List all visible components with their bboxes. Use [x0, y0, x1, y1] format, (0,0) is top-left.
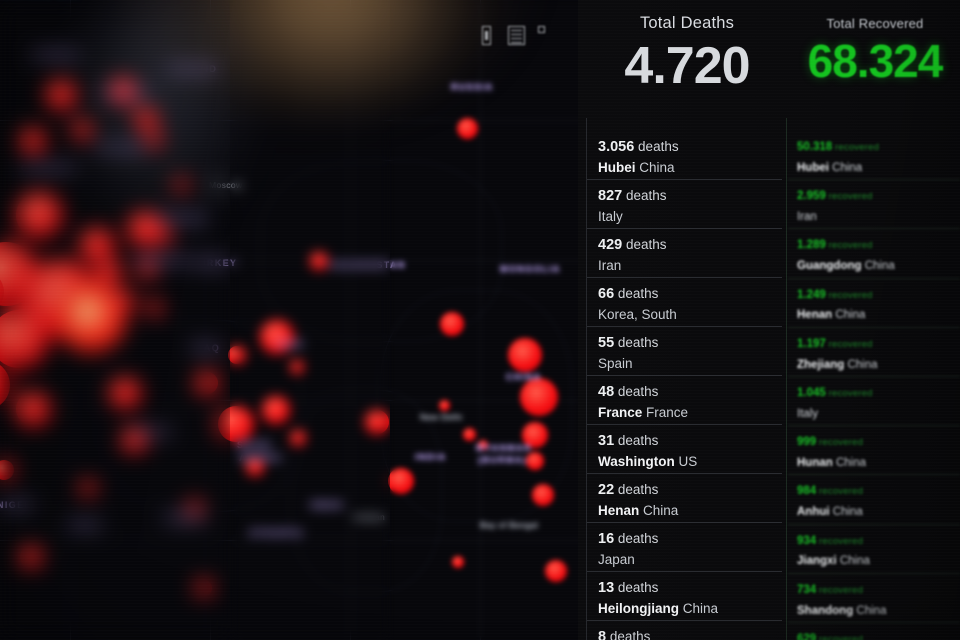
- list-item-count: 827 deaths: [598, 188, 667, 204]
- list-item-count: 48 deaths: [598, 384, 659, 400]
- list-item-count: 50.318 recovered: [797, 141, 880, 153]
- recovered-by-region-list[interactable]: 50.318 recovered Hubei China 2.959 recover…: [788, 131, 960, 640]
- list-item[interactable]: 934 recovered Jiangxi China: [788, 525, 960, 573]
- list-item[interactable]: 2.959 recovered Iran: [788, 180, 960, 228]
- total-recovered-header: Total Recovered 68.324: [786, 16, 960, 84]
- list-item[interactable]: 429 deaths Iran: [586, 229, 782, 277]
- list-item-location: Spain: [598, 355, 633, 371]
- list-item[interactable]: 31 deaths Washington US: [586, 425, 782, 473]
- map-focus-band-mid: [230, 0, 390, 640]
- list-item-count: 984 recovered: [797, 485, 864, 498]
- list-item[interactable]: 13 deaths Heilongjiang China: [586, 572, 782, 620]
- list-item-location: Jiangxi China: [797, 555, 870, 568]
- list-item-count: 734 recovered: [797, 583, 864, 596]
- list-item[interactable]: 48 deaths France France: [586, 376, 782, 424]
- list-item-count: 629 recovered: [797, 632, 864, 640]
- list-item-location: Shandong China: [797, 604, 887, 617]
- list-item-location: Hunan China: [797, 457, 867, 470]
- list-item-location: Henan China: [598, 502, 679, 518]
- list-item[interactable]: 22 deaths Henan China: [586, 474, 782, 522]
- list-item-count: 934 recovered: [797, 534, 864, 547]
- list-item-count: 31 deaths: [598, 433, 659, 449]
- dashboard-screen: RUSSIA MONGOLIA CHINA INDIA MYANMAR (BURMA) Ne…: [0, 0, 960, 640]
- list-item-count: 3.056 deaths: [598, 139, 679, 155]
- list-item-location: Iran: [598, 257, 622, 273]
- list-item-count: 55 deaths: [598, 335, 659, 351]
- list-item[interactable]: 734 recovered Shandong China: [788, 574, 960, 622]
- list-item[interactable]: 984 recovered Anhui China: [788, 475, 960, 523]
- list-item-location: Italy: [598, 208, 623, 224]
- list-item-count: 1.249 recovered: [797, 288, 873, 301]
- list-item-count: 66 deaths: [598, 286, 659, 302]
- panel-divider: [786, 118, 787, 640]
- list-item-location: Hubei China: [797, 161, 863, 174]
- list-item[interactable]: 1.249 recovered Henan China: [788, 279, 960, 327]
- list-item-location: Washington US: [598, 453, 698, 469]
- world-map[interactable]: RUSSIA MONGOLIA CHINA INDIA MYANMAR (BURMA) Ne…: [0, 0, 600, 640]
- stats-panel: Total Deaths 4.720 Total Recovered 68.32…: [578, 0, 960, 640]
- list-item[interactable]: 999 recovered Hunan China: [788, 426, 960, 474]
- list-view-icon[interactable]: [508, 25, 525, 45]
- list-item-location: Japan: [598, 551, 635, 567]
- list-item-location: Hubei China: [598, 159, 675, 175]
- list-item-count: 1.289 recovered: [797, 239, 873, 252]
- list-item-location: Henan China: [797, 309, 866, 322]
- list-item[interactable]: 8 deaths: [586, 621, 782, 640]
- list-item-location: Anhui China: [797, 506, 863, 519]
- list-item[interactable]: 50.318 recovered Hubei China: [788, 131, 960, 179]
- list-item[interactable]: 66 deaths Korea, South: [586, 278, 782, 326]
- list-item-count: 1.045 recovered: [797, 386, 873, 399]
- list-item[interactable]: 16 deaths Japan: [586, 523, 782, 571]
- view-mode-toolbar[interactable]: [478, 20, 570, 50]
- list-item-location: Zhejiang China: [797, 358, 878, 371]
- total-deaths-header: Total Deaths 4.720: [592, 14, 782, 92]
- list-item[interactable]: 1.197 recovered Zhejiang China: [788, 328, 960, 376]
- list-item[interactable]: 3.056 deaths Hubei China: [586, 131, 782, 179]
- list-item-count: 13 deaths: [598, 580, 659, 596]
- list-item-count: 1.197 recovered: [797, 337, 873, 350]
- list-item-count: 16 deaths: [598, 531, 659, 547]
- list-item-count: 999 recovered: [797, 436, 864, 449]
- list-item[interactable]: 827 deaths Italy: [586, 180, 782, 228]
- total-recovered-value: 68.324: [807, 35, 944, 87]
- grid-view-icon[interactable]: [538, 25, 555, 45]
- single-panel-view-icon[interactable]: [478, 25, 495, 45]
- list-item-location: Iran: [797, 211, 817, 224]
- list-item-location: Korea, South: [598, 306, 677, 322]
- list-item-location: Italy: [797, 407, 819, 420]
- total-deaths-value: 4.720: [624, 37, 750, 95]
- list-item-location: Guangdong China: [797, 260, 895, 273]
- list-item-count: 22 deaths: [598, 482, 659, 498]
- total-recovered-title: Total Recovered: [826, 16, 924, 31]
- list-item-count: 8 deaths: [598, 629, 651, 640]
- list-item-location: France France: [598, 404, 689, 420]
- list-item[interactable]: 55 deaths Spain: [586, 327, 782, 375]
- list-item[interactable]: 1.045 recovered Italy: [788, 377, 960, 425]
- panel-divider: [586, 118, 587, 640]
- list-item-count: 2.959 recovered: [797, 190, 873, 203]
- list-item-location: Heilongjiang China: [598, 600, 719, 616]
- map-focus-band-left: [0, 0, 230, 640]
- deaths-by-region-list[interactable]: 3.056 deaths Hubei China 827 deaths Italy 4…: [586, 131, 782, 640]
- total-deaths-title: Total Deaths: [639, 14, 735, 32]
- list-item[interactable]: 629 recoveredJiangsu China: [788, 623, 960, 640]
- list-item-count: 429 deaths: [598, 237, 667, 253]
- list-item[interactable]: 1.289 recovered Guangdong China: [788, 229, 960, 277]
- map-focus-band-right: [390, 0, 600, 640]
